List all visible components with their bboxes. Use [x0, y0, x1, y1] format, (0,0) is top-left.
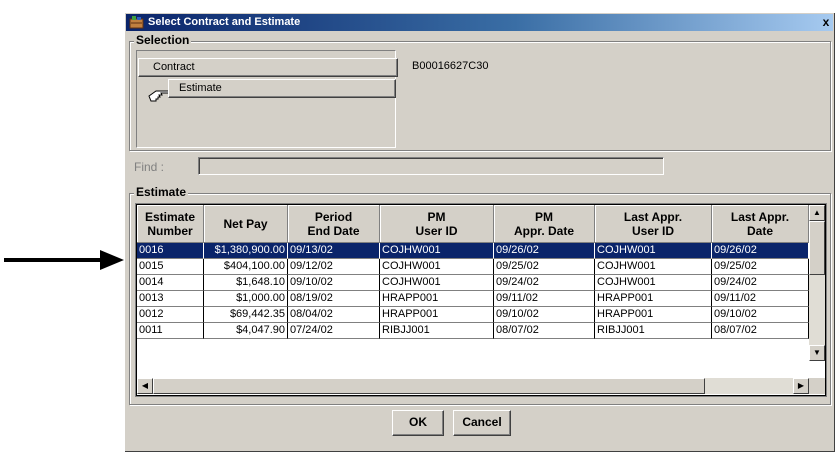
title-bar[interactable]: Select Contract and Estimate	[126, 14, 833, 31]
table-row[interactable]: 0015 $404,100.00 09/12/02 COJHW001 09/25…	[137, 259, 809, 275]
cell-period-end-date: 08/04/02	[288, 307, 380, 323]
cell-period-end-date: 09/13/02	[288, 243, 380, 259]
cell-pm-user-id: HRAPP001	[380, 291, 494, 307]
scroll-right-icon[interactable]: ▶	[793, 378, 809, 394]
table-row[interactable]: 0012 $69,442.35 08/04/02 HRAPP001 09/10/…	[137, 307, 809, 323]
pointer-arrow-icon	[4, 250, 124, 270]
cell-last-appr-date: 09/11/02	[712, 291, 809, 307]
table-row[interactable]: 0016 $1,380,900.00 09/13/02 COJHW001 09/…	[137, 243, 809, 259]
vertical-scroll-thumb[interactable]	[809, 221, 825, 275]
contract-value: B00016627C30	[412, 60, 489, 72]
cell-estimate-number: 0014	[137, 275, 204, 291]
dialog-title: Select Contract and Estimate	[148, 16, 301, 28]
cell-net-pay: $404,100.00	[204, 259, 288, 275]
cell-pm-user-id: HRAPP001	[380, 307, 494, 323]
column-header-net-pay[interactable]: Net Pay	[204, 205, 288, 243]
cell-net-pay: $1,648.10	[204, 275, 288, 291]
cell-last-appr-user-id: COJHW001	[595, 275, 712, 291]
cell-last-appr-user-id: HRAPP001	[595, 291, 712, 307]
cell-last-appr-date: 09/24/02	[712, 275, 809, 291]
cell-estimate-number: 0013	[137, 291, 204, 307]
vertical-scrollbar[interactable]: ▲ ▼	[809, 205, 825, 361]
column-header-estimate-number[interactable]: Estimate Number	[137, 205, 204, 243]
estimate-grid: Estimate Number Net Pay Period End Date PM…	[136, 204, 826, 396]
cell-net-pay: $1,380,900.00	[204, 243, 288, 259]
cell-pm-user-id: COJHW001	[380, 259, 494, 275]
cell-pm-appr-date: 09/25/02	[494, 259, 595, 275]
cell-last-appr-user-id: HRAPP001	[595, 307, 712, 323]
horizontal-scroll-thumb[interactable]	[153, 378, 705, 394]
column-header-period-end-date[interactable]: Period End Date	[288, 205, 380, 243]
cell-estimate-number: 0011	[137, 323, 204, 339]
cell-pm-appr-date: 08/07/02	[494, 323, 595, 339]
cell-period-end-date: 09/10/02	[288, 275, 380, 291]
grid-body: 0016 $1,380,900.00 09/13/02 COJHW001 09/…	[137, 243, 809, 339]
cell-period-end-date: 09/12/02	[288, 259, 380, 275]
cell-last-appr-date: 08/07/02	[712, 323, 809, 339]
scroll-corner	[809, 378, 825, 394]
column-header-pm-user-id[interactable]: PM User ID	[380, 205, 494, 243]
cell-estimate-number: 0015	[137, 259, 204, 275]
find-label: Find :	[134, 160, 165, 174]
app-icon	[129, 16, 144, 29]
cancel-button[interactable]: Cancel	[453, 410, 511, 436]
scroll-left-icon[interactable]: ◀	[137, 378, 153, 394]
cell-pm-appr-date: 09/26/02	[494, 243, 595, 259]
cell-last-appr-user-id: COJHW001	[595, 243, 712, 259]
grid-header: Estimate Number Net Pay Period End Date PM…	[137, 205, 809, 243]
cell-pm-appr-date: 09/11/02	[494, 291, 595, 307]
cell-last-appr-user-id: COJHW001	[595, 259, 712, 275]
contract-button[interactable]: Contract	[138, 58, 398, 77]
cell-net-pay: $69,442.35	[204, 307, 288, 323]
column-header-last-appr-date[interactable]: Last Appr. Date	[712, 205, 809, 243]
selection-group-label: Selection	[134, 33, 192, 47]
cell-pm-appr-date: 09/10/02	[494, 307, 595, 323]
cell-pm-user-id: COJHW001	[380, 275, 494, 291]
cell-net-pay: $1,000.00	[204, 291, 288, 307]
scroll-down-icon[interactable]: ▼	[809, 345, 825, 361]
estimate-button[interactable]: Estimate	[168, 79, 396, 98]
cell-period-end-date: 07/24/02	[288, 323, 380, 339]
cell-pm-appr-date: 09/24/02	[494, 275, 595, 291]
table-row[interactable]: 0013 $1,000.00 08/19/02 HRAPP001 09/11/0…	[137, 291, 809, 307]
cell-pm-user-id: COJHW001	[380, 243, 494, 259]
scroll-up-icon[interactable]: ▲	[809, 205, 825, 221]
column-header-last-appr-user-id[interactable]: Last Appr. User ID	[595, 205, 712, 243]
cell-period-end-date: 08/19/02	[288, 291, 380, 307]
cell-last-appr-date: 09/10/02	[712, 307, 809, 323]
column-header-pm-appr-date[interactable]: PM Appr. Date	[494, 205, 595, 243]
table-row[interactable]: 0011 $4,047.90 07/24/02 RIBJJ001 08/07/0…	[137, 323, 809, 339]
close-icon[interactable]: x	[819, 15, 833, 29]
horizontal-scrollbar[interactable]: ◀ ▶	[137, 378, 809, 394]
estimate-group-label: Estimate	[134, 185, 189, 199]
cell-last-appr-user-id: RIBJJ001	[595, 323, 712, 339]
table-row[interactable]: 0014 $1,648.10 09/10/02 COJHW001 09/24/0…	[137, 275, 809, 291]
cell-estimate-number: 0016	[137, 243, 204, 259]
cell-estimate-number: 0012	[137, 307, 204, 323]
select-contract-dialog: Select Contract and Estimate x Selection…	[124, 12, 835, 452]
find-input[interactable]	[198, 157, 664, 175]
cell-net-pay: $4,047.90	[204, 323, 288, 339]
cell-pm-user-id: RIBJJ001	[380, 323, 494, 339]
ok-button[interactable]: OK	[392, 410, 444, 436]
cell-last-appr-date: 09/25/02	[712, 259, 809, 275]
cell-last-appr-date: 09/26/02	[712, 243, 809, 259]
